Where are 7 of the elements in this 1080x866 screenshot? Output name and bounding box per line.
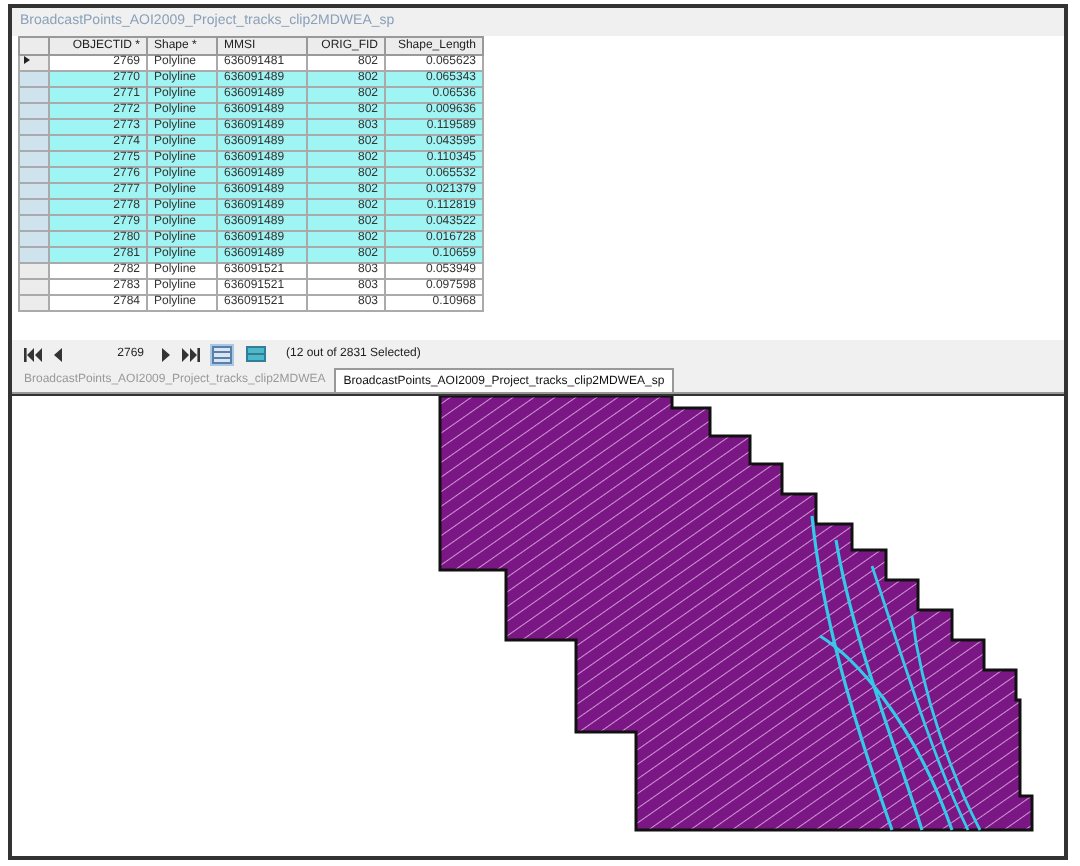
show-all-records-icon[interactable]: [210, 343, 234, 365]
next-record-icon[interactable]: [162, 347, 172, 361]
previous-record-icon[interactable]: [52, 347, 62, 361]
show-selected-records-icon[interactable]: [244, 344, 268, 364]
corner-cell: [19, 37, 49, 55]
last-record-icon[interactable]: [182, 347, 200, 361]
first-record-icon[interactable]: [24, 347, 42, 361]
